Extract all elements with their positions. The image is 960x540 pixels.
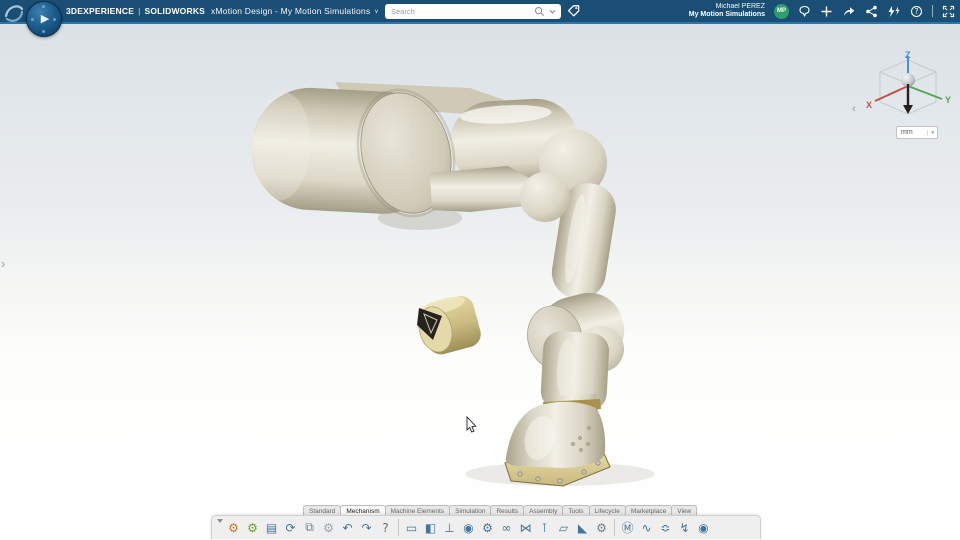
undo-icon[interactable]: ↶ <box>338 518 357 537</box>
axis-system-icon[interactable]: ⊥ <box>440 518 459 537</box>
avatar[interactable]: MP <box>774 4 789 19</box>
compass-tick <box>42 30 45 33</box>
reload-icon[interactable]: ⟳ <box>281 518 300 537</box>
motor-icon[interactable]: Ⓜ <box>618 518 637 537</box>
simulation-record-icon[interactable]: ◉ <box>694 518 713 537</box>
compass-tick <box>53 18 56 21</box>
3ds-logo-icon <box>3 2 25 22</box>
fullscreen-icon[interactable] <box>942 5 955 18</box>
z-axis-label: Z <box>905 50 911 60</box>
compass-icon[interactable]: ▶ <box>26 1 62 37</box>
bottom-toolbar: ⚙⚙▤⟳⧉⚙↶↷?▭◧⊥◉⚙∞⋈⊺▱◣⚙Ⓜ∿≎↯◉ <box>211 515 761 539</box>
add-icon[interactable] <box>820 5 833 18</box>
svg-text:?: ? <box>915 7 919 16</box>
topbar-divider <box>932 5 933 17</box>
brand-divider: | <box>138 6 140 16</box>
graphics-viewport[interactable] <box>0 24 960 540</box>
actions-icon[interactable] <box>887 5 901 18</box>
x-axis-label: X <box>866 100 872 110</box>
search-input[interactable] <box>389 6 534 17</box>
user-name: Michael PEREZ <box>689 3 765 11</box>
gear-joint-icon[interactable]: ⚙ <box>478 518 497 537</box>
save-icon[interactable]: ▤ <box>262 518 281 537</box>
view-triad[interactable]: Z Y X <box>862 50 954 122</box>
share-icon[interactable] <box>842 5 856 18</box>
free-motion-icon[interactable]: ▭ <box>402 518 421 537</box>
cylindrical-joint-icon[interactable]: ⋈ <box>516 518 535 537</box>
toolbar-divider <box>614 519 615 536</box>
mechanism-manager-icon[interactable]: ⚙ <box>224 518 243 537</box>
toolbar-divider <box>398 519 399 536</box>
pin-joint-icon[interactable]: ⊺ <box>535 518 554 537</box>
left-panel-expand-icon[interactable]: › <box>1 256 5 271</box>
damper-icon[interactable]: ≎ <box>656 518 675 537</box>
bottom-tabs: StandardMechanismMachine ElementsSimulat… <box>303 502 696 516</box>
planar-joint-icon[interactable]: ▱ <box>554 518 573 537</box>
options-icon[interactable]: ⚙ <box>319 518 338 537</box>
top-app-bar: 3DEXPERIENCE | SOLIDWORKS xMotion Design… <box>0 0 960 24</box>
units-value: mm <box>897 129 927 136</box>
tag-icon[interactable] <box>567 4 581 18</box>
title-caret-icon[interactable]: ∨ <box>374 8 379 15</box>
help-icon[interactable]: ? <box>376 518 395 537</box>
brand-3dexperience: 3DEXPERIENCE <box>66 6 134 16</box>
topbar-right-cluster: Michael PEREZ My Motion Simulations MP ? <box>689 0 955 22</box>
wedge-icon[interactable]: ◣ <box>573 518 592 537</box>
robot-program-icon[interactable]: ↯ <box>675 518 694 537</box>
workspace-name: My Motion Simulations <box>689 11 765 19</box>
new-mechanism-icon[interactable]: ⚙ <box>243 518 262 537</box>
update-products-icon[interactable]: ⧉ <box>300 518 319 537</box>
y-axis-label: Y <box>945 95 951 105</box>
help-icon[interactable]: ? <box>910 5 923 18</box>
compass-play-icon: ▶ <box>41 14 49 25</box>
units-dropdown[interactable]: mm ▾ <box>896 126 938 139</box>
triad-collapse-icon[interactable]: ‹ <box>852 103 856 115</box>
compass-tick <box>42 5 45 8</box>
revolute-joint-icon[interactable]: ◉ <box>459 518 478 537</box>
spring-icon[interactable]: ∿ <box>637 518 656 537</box>
app-title: 3DEXPERIENCE | SOLIDWORKS xMotion Design… <box>66 0 379 22</box>
joint-properties-icon[interactable]: ⚙ <box>592 518 611 537</box>
redo-icon[interactable]: ↷ <box>357 518 376 537</box>
compass-tick <box>31 18 34 21</box>
belt-joint-icon[interactable]: ∞ <box>497 518 516 537</box>
y-axis <box>908 86 942 99</box>
search-options-chevron-icon[interactable] <box>548 7 557 16</box>
toolbar-overflow-chevron-icon[interactable] <box>215 516 224 539</box>
brand-solidworks: SOLIDWORKS <box>144 6 205 16</box>
units-caret-icon: ▾ <box>927 130 937 136</box>
app-doc-title[interactable]: xMotion Design - My Motion Simulations <box>211 6 370 16</box>
bottom-toolbar-icons: ⚙⚙▤⟳⧉⚙↶↷?▭◧⊥◉⚙∞⋈⊺▱◣⚙Ⓜ∿≎↯◉ <box>224 518 713 537</box>
user-info[interactable]: Michael PEREZ My Motion Simulations <box>689 3 765 19</box>
search-box[interactable] <box>385 4 561 19</box>
tag-filter-icon[interactable] <box>798 5 811 18</box>
collaboration-icon[interactable] <box>865 5 878 18</box>
rigid-group-icon[interactable]: ◧ <box>421 518 440 537</box>
search-icon[interactable] <box>534 6 545 17</box>
